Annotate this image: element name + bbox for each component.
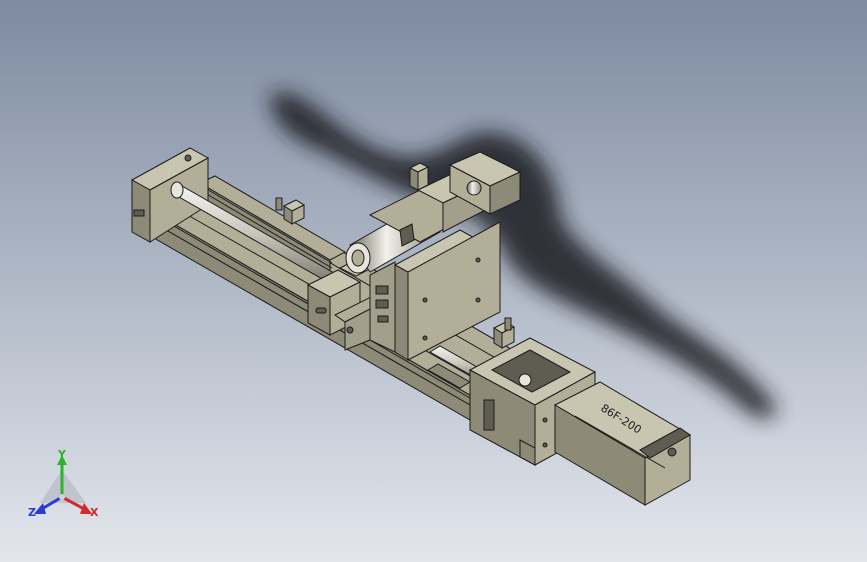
model-scene[interactable]: 86F-200 Y X Z [0, 0, 867, 562]
triad-z-label: Z [28, 506, 36, 519]
cad-graphics-viewport[interactable]: 86F-200 Y X Z [0, 0, 867, 562]
triad-y-label: Y [57, 448, 67, 461]
triad-x-label: X [90, 506, 99, 519]
